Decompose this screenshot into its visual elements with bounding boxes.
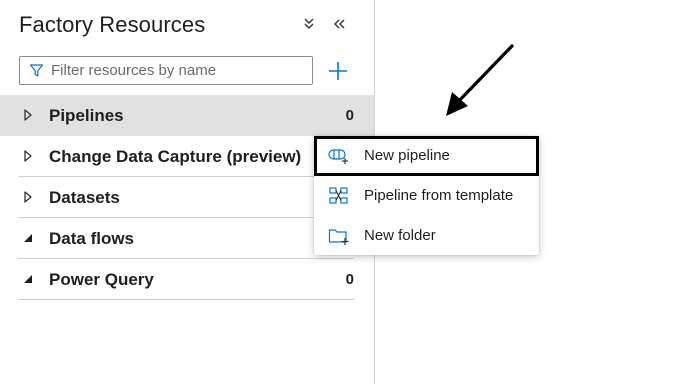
folder-add-icon [328,226,350,246]
tree-item-pipelines[interactable]: Pipelines 0 [0,95,374,136]
collapse-all-button[interactable] [299,14,319,34]
filter-icon [28,63,44,79]
menu-item-pipeline-from-template[interactable]: Pipeline from template [314,176,539,216]
chevrons-down-icon [304,18,314,29]
hide-panel-button[interactable] [329,14,349,34]
filter-input[interactable] [51,62,301,79]
chevrons-left-icon [334,19,345,29]
menu-item-label: New pipeline [364,147,450,164]
chevron-right-icon[interactable] [21,108,35,122]
tree-item-count: 0 [345,271,354,288]
tree-item-label: Datasets [49,188,120,207]
add-resource-context-menu: New pipeline Pipeline from template New … [314,136,539,255]
tree-item-label: Power Query [49,270,154,289]
chevron-right-icon[interactable] [21,190,35,204]
filter-resources-field[interactable] [19,56,313,85]
divider [18,299,354,300]
add-resource-button[interactable] [325,58,351,84]
tree-item-label: Pipelines [49,106,124,125]
pipeline-add-icon [328,146,350,166]
menu-item-new-folder[interactable]: New folder [314,216,539,256]
menu-item-label: Pipeline from template [364,187,514,204]
panel-title: Factory Resources [19,12,206,37]
tree-item-count: 0 [345,107,354,124]
annotation-arrow-icon [446,44,514,116]
tree-item-power-query[interactable]: Power Query 0 [0,259,374,300]
tree-item-label: Change Data Capture (preview) [49,147,302,166]
template-icon [328,186,350,206]
caret-expanded-icon[interactable] [21,231,35,245]
chevron-right-icon[interactable] [21,149,35,163]
plus-icon [329,62,347,80]
menu-item-label: New folder [364,227,436,244]
tree-item-label: Data flows [49,229,135,248]
caret-expanded-icon[interactable] [21,272,35,286]
menu-item-new-pipeline[interactable]: New pipeline [314,136,539,176]
